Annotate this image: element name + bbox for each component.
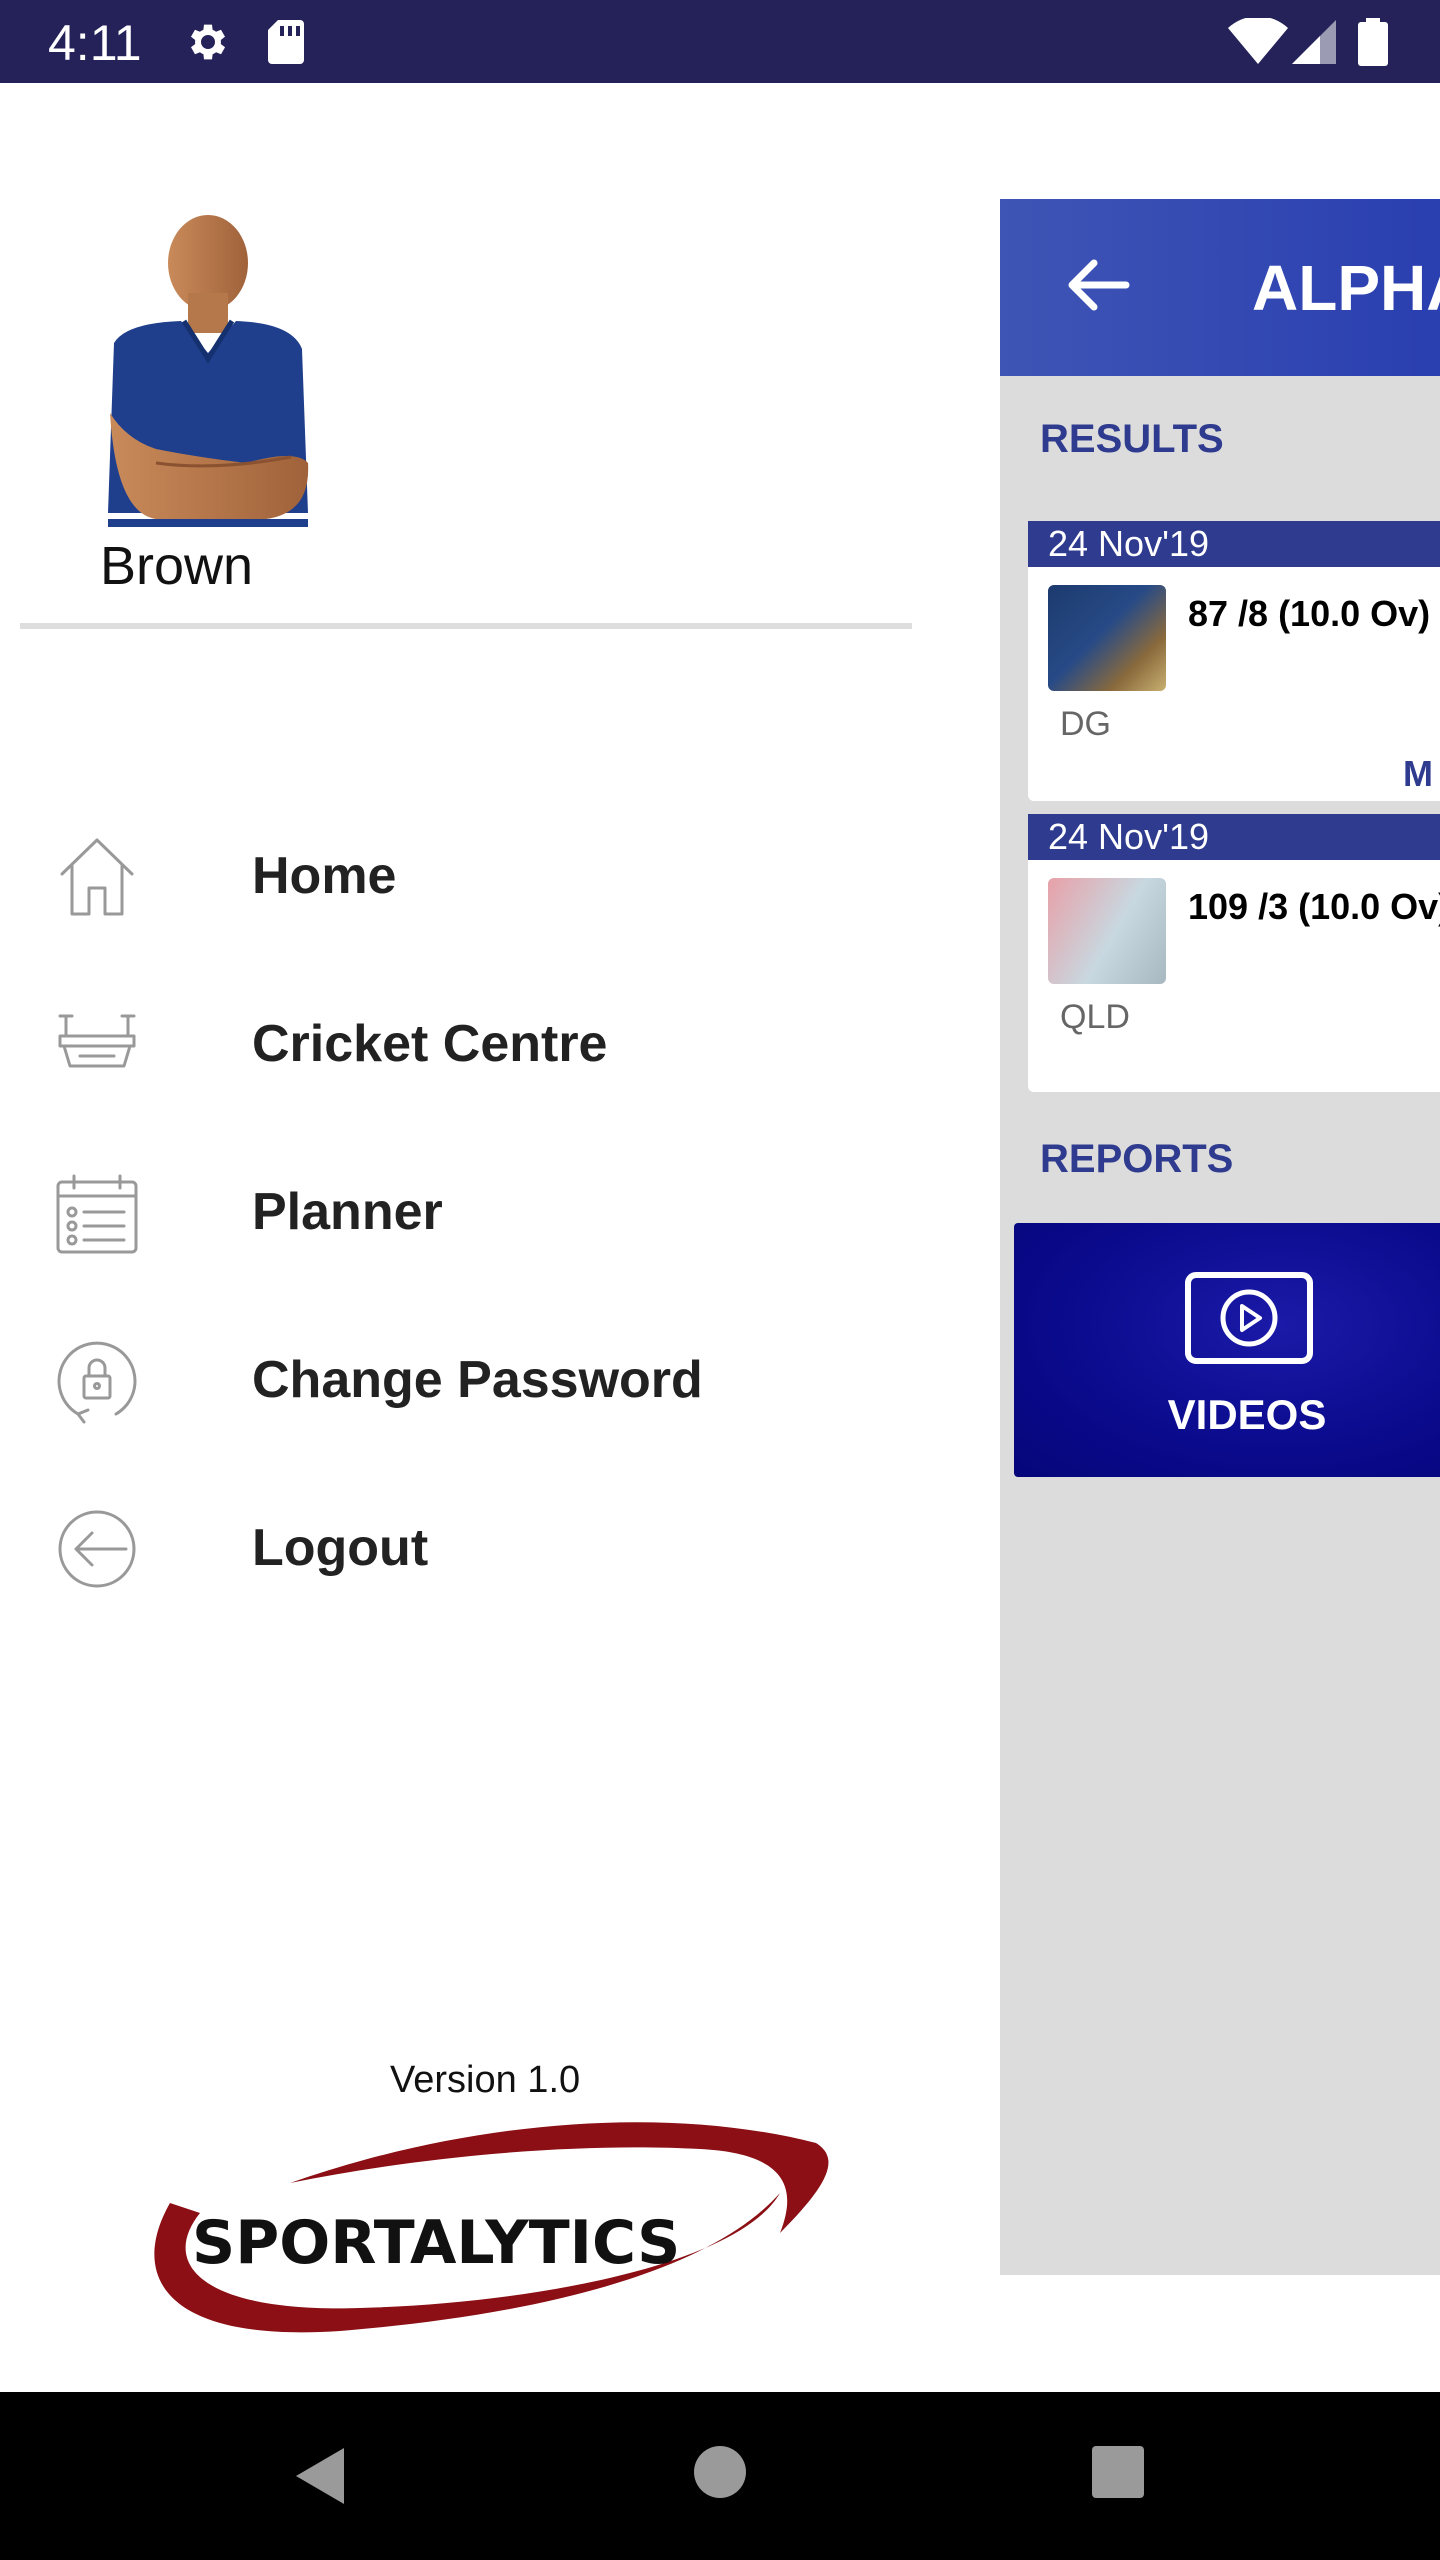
menu-item-planner[interactable]: Planner xyxy=(0,1146,1000,1276)
background-team-page: ALPHA RESULTS 24 Nov'19 87 /8 (10.0 Ov) … xyxy=(1000,199,1440,2275)
divider xyxy=(20,623,912,629)
navigation-drawer: Brown Home Cricket Centre Planner Change… xyxy=(0,83,1000,2392)
logo-wordmark: SPORTALYTICS xyxy=(192,2208,680,2278)
result-card[interactable]: 24 Nov'19 87 /8 (10.0 Ov) DG M xyxy=(1028,521,1440,801)
result-score: 87 /8 (10.0 Ov) xyxy=(1188,593,1431,634)
team-logo xyxy=(1048,878,1166,984)
signal-icon xyxy=(1292,20,1336,64)
results-heading: RESULTS xyxy=(1040,417,1224,461)
calendar-list-icon xyxy=(56,1174,138,1254)
avatar xyxy=(108,215,309,527)
menu-item-change-password[interactable]: Change Password xyxy=(0,1314,1000,1444)
menu-label-home: Home xyxy=(252,847,397,905)
wifi-icon xyxy=(1228,18,1288,64)
sportalytics-logo: SPORTALYTICS xyxy=(154,2122,829,2333)
menu-item-logout[interactable]: Logout xyxy=(0,1482,1000,1612)
page-header: ALPHA xyxy=(1000,199,1440,376)
battery-icon xyxy=(1358,18,1388,66)
menu-label-change-password: Change Password xyxy=(252,1351,703,1409)
sd-card-icon xyxy=(268,20,304,64)
status-time: 4:11 xyxy=(48,15,142,71)
system-navigation-bar xyxy=(0,2392,1440,2560)
home-circle-icon[interactable] xyxy=(692,2444,748,2500)
more-link[interactable]: M xyxy=(1403,753,1433,795)
home-icon xyxy=(60,838,134,916)
videos-tile[interactable]: VIDEOS xyxy=(1014,1223,1440,1477)
status-bar: 4:11 xyxy=(0,0,1440,83)
menu-label-planner: Planner xyxy=(252,1183,443,1241)
result-date: 24 Nov'19 xyxy=(1028,814,1440,860)
video-play-icon xyxy=(1185,1272,1313,1364)
menu-label-logout: Logout xyxy=(252,1519,429,1577)
reports-heading: REPORTS xyxy=(1040,1137,1234,1181)
result-card[interactable]: 24 Nov'19 109 /3 (10.0 Ov) QLD xyxy=(1028,814,1440,1092)
lock-refresh-icon xyxy=(57,1341,137,1424)
result-team: DG xyxy=(1060,705,1111,743)
back-arrow-icon[interactable] xyxy=(1066,257,1130,313)
logout-arrow-icon xyxy=(58,1510,136,1588)
menu-item-home[interactable]: Home xyxy=(0,810,1000,940)
result-team: QLD xyxy=(1060,998,1130,1036)
result-score: 109 /3 (10.0 Ov) xyxy=(1188,886,1440,927)
user-name: Brown xyxy=(100,536,254,596)
menu-label-cricket-centre: Cricket Centre xyxy=(252,1015,608,1073)
app-version: Version 1.0 xyxy=(390,2059,581,2101)
result-date: 24 Nov'19 xyxy=(1028,521,1440,567)
stadium-icon xyxy=(58,1014,136,1068)
videos-label: VIDEOS xyxy=(1167,1391,1327,1438)
team-logo xyxy=(1048,585,1166,691)
back-icon[interactable] xyxy=(288,2444,348,2508)
settings-icon xyxy=(190,24,226,60)
page-title: ALPHA xyxy=(1252,252,1440,324)
menu-item-cricket-centre[interactable]: Cricket Centre xyxy=(0,978,1000,1108)
recents-square-icon[interactable] xyxy=(1090,2444,1146,2500)
